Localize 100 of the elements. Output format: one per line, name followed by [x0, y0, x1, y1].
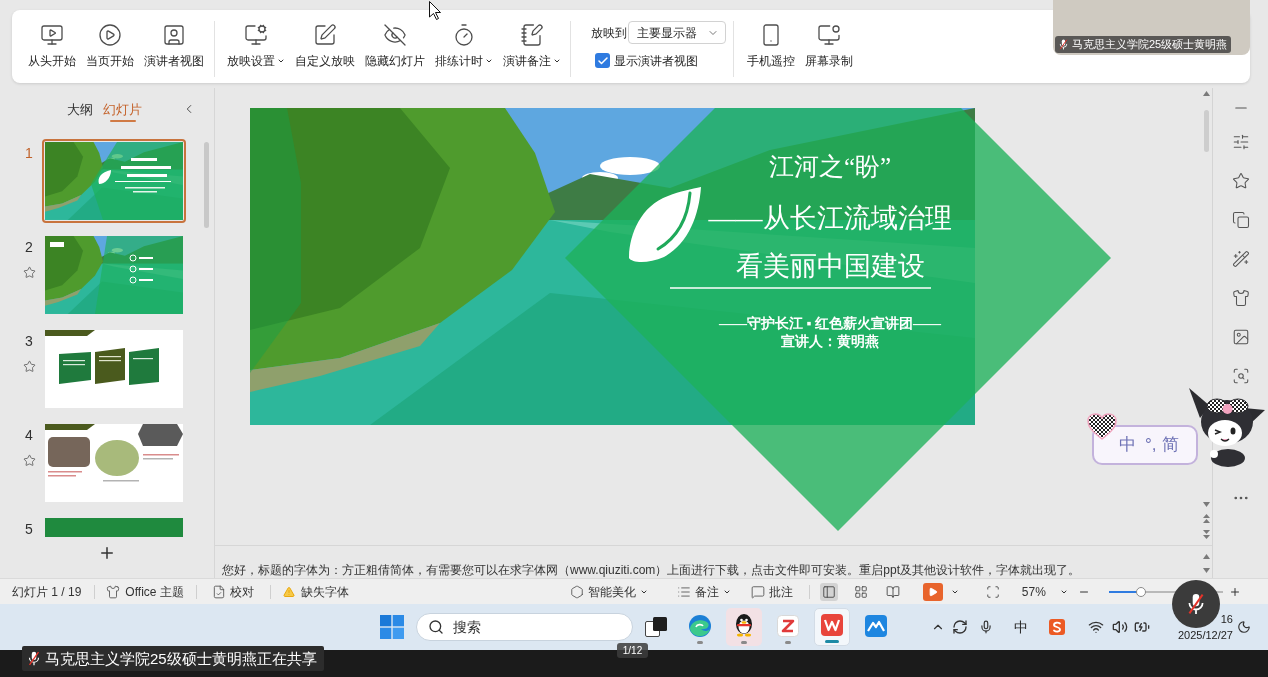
ribbon-button[interactable]: 演讲者视图: [144, 23, 204, 68]
comment-icon: [750, 584, 765, 599]
ribbon-button[interactable]: 演讲备注: [503, 23, 561, 68]
running-indicator: [741, 641, 747, 644]
double-caret-down-icon[interactable]: [1202, 530, 1210, 539]
double-caret-up-icon[interactable]: [1202, 514, 1210, 523]
ime-status-bar[interactable]: 中 °, 简: [1092, 425, 1198, 465]
scan-search-icon[interactable]: [1231, 367, 1250, 385]
notes-text[interactable]: 您好，标题的字体为：方正粗倩简体，有需要您可以在求字体网（www.qiuziti.com）上面进行下载，点击文件即可安装。重启ppt及其他设计软件，字体就出现了。: [222, 563, 1081, 577]
pen-square-icon: [313, 23, 337, 47]
slide-number: 4: [25, 427, 33, 443]
running-indicator: [785, 641, 791, 644]
ribbon-button[interactable]: 放映设置: [227, 23, 285, 68]
star-icon[interactable]: [22, 360, 36, 373]
caret-down-icon[interactable]: [1202, 502, 1210, 507]
slider-thumb[interactable]: [1135, 586, 1146, 597]
star-icon[interactable]: [22, 454, 36, 467]
sidebar-layout-icon: [821, 584, 836, 599]
running-indicator: [825, 640, 839, 643]
clock-time[interactable]: 16: [1220, 613, 1233, 625]
moon-icon[interactable]: [1237, 620, 1251, 634]
leaf-icon: [628, 186, 703, 263]
ribbon-button[interactable]: 手机遥控: [747, 23, 795, 68]
theme-button[interactable]: Office 主题: [106, 584, 184, 599]
ime-script[interactable]: 简: [1161, 435, 1179, 455]
notebook-pen-icon: [520, 23, 544, 47]
proofing-button[interactable]: 校对: [211, 584, 254, 599]
ribbon-button[interactable]: 隐藏幻灯片: [365, 23, 425, 68]
slide-number: 2: [25, 239, 33, 255]
plus-icon[interactable]: [1228, 585, 1241, 598]
slideshow-button[interactable]: [922, 582, 943, 601]
mic-icon[interactable]: [979, 620, 993, 634]
star-icon[interactable]: [22, 266, 36, 279]
image-icon[interactable]: [1231, 328, 1250, 346]
slide-subtitle: 看美丽中国建设: [735, 252, 925, 280]
caret-up-icon[interactable]: [1202, 91, 1210, 96]
hexagon-icon: [569, 584, 584, 599]
scrollbar-thumb[interactable]: [204, 142, 209, 228]
eye-off-icon: [383, 23, 407, 47]
copy-icon[interactable]: [1231, 211, 1250, 229]
input-method-indicator[interactable]: 中: [1014, 619, 1028, 635]
caret-up-icon[interactable]: [1202, 554, 1210, 559]
display-select[interactable]: 主要显示器: [628, 21, 726, 44]
search-field[interactable]: 搜索: [416, 613, 633, 641]
sliders-icon[interactable]: [1231, 133, 1250, 151]
sharing-status-text: 马克思主义学院25级硕士黄明燕正在共享: [45, 650, 317, 667]
zigzag-tile-icon: [777, 615, 799, 637]
notes-button[interactable]: 备注: [676, 584, 731, 599]
magic-wand-icon[interactable]: [1231, 250, 1250, 268]
penguin-icon: [734, 613, 754, 637]
ribbon-button[interactable]: 屏幕录制: [805, 23, 853, 68]
checkbox-label[interactable]: 显示演讲者视图: [614, 53, 698, 68]
fit-to-window-icon[interactable]: [985, 584, 1000, 599]
participant-name: 马克思主义学院25级硕士黄明燕: [1072, 38, 1228, 51]
caret-down-icon[interactable]: [1202, 568, 1210, 573]
star-icon[interactable]: [1231, 172, 1250, 190]
s-tile-icon[interactable]: [1049, 619, 1065, 635]
beautify-button[interactable]: 智能美化: [569, 584, 648, 599]
slide-number: 1: [25, 145, 33, 161]
ribbon-button[interactable]: 排练计时: [435, 23, 493, 68]
start-icon[interactable]: [380, 615, 404, 639]
mountain-tile-icon: [865, 615, 887, 637]
panel-tab[interactable]: 大纲: [67, 102, 93, 122]
warning-icon: [282, 585, 295, 598]
checkmark-icon: [596, 54, 609, 67]
ribbon-button[interactable]: 当页开始: [86, 23, 134, 68]
slide-counter: 幻灯片 1 / 19: [12, 584, 82, 599]
view-button[interactable]: [819, 582, 838, 601]
shirt-icon[interactable]: [1231, 289, 1250, 307]
w-tile-icon: [821, 614, 843, 636]
play-circle-icon: [98, 23, 122, 47]
slide-number: 5: [25, 521, 33, 537]
clock-date[interactable]: 2025/12/27: [1177, 629, 1233, 641]
missing-fonts-button[interactable]: 缺失字体: [282, 584, 349, 599]
ribbon-button[interactable]: 从头开始: [28, 23, 76, 68]
speaker-text: 宣讲人：黄明燕: [781, 334, 879, 349]
sync-icon[interactable]: [952, 619, 968, 635]
checkered-heart-icon: [1087, 413, 1117, 440]
ribbon-button[interactable]: 自定义放映: [295, 23, 355, 68]
slide-title: 江河之“盼”: [768, 154, 892, 180]
timer-icon: [452, 23, 476, 47]
comments-button[interactable]: 批注: [750, 584, 793, 599]
battery-icon[interactable]: [1134, 619, 1150, 635]
ime-mode[interactable]: 中: [1119, 435, 1136, 455]
slide-subtitle: ——从长江流域治理: [708, 204, 952, 232]
taskbar-app-button[interactable]: [726, 608, 762, 646]
zoom-dropdown[interactable]: 57%: [1021, 584, 1068, 599]
wifi-icon[interactable]: [1088, 619, 1104, 635]
slide-number: 3: [25, 333, 33, 349]
speaker-icon[interactable]: [1112, 619, 1128, 635]
plus-icon[interactable]: [98, 544, 116, 562]
checkbox[interactable]: [595, 53, 610, 68]
open-book-icon: [885, 584, 900, 599]
monitor-play-icon: [40, 23, 64, 47]
window-stack-icon: [645, 617, 667, 637]
ime-punctuation[interactable]: °,: [1145, 435, 1157, 455]
scrollbar-thumb[interactable]: [1203, 110, 1209, 152]
shirt-icon: [106, 584, 121, 599]
grid-icon: [853, 584, 868, 599]
monitor-gear-icon: [244, 23, 268, 47]
